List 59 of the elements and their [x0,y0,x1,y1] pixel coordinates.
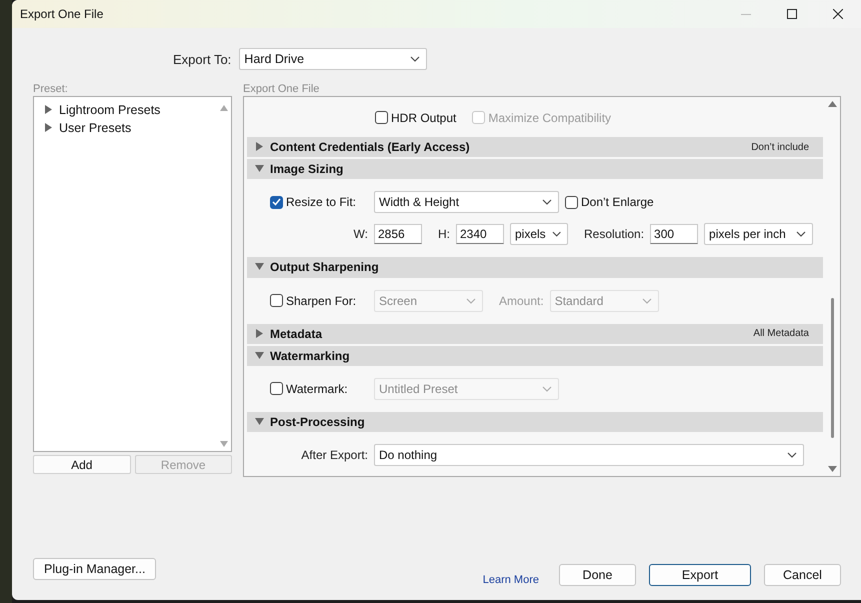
field-label: H: [438,227,450,242]
checkbox[interactable]: Sharpen For: [270,294,356,308]
disclosure-triangle-icon[interactable] [255,262,264,272]
maximize-icon[interactable] [787,9,797,19]
learn-more-link[interactable]: Learn More [482,574,539,586]
dropdown[interactable]: Width & Height [374,191,559,214]
checkbox[interactable]: Don’t Enlarge [565,195,654,210]
plugin-manager-button[interactable]: Plug-in Manager... [33,558,156,580]
number-field[interactable]: 300 [650,224,698,244]
chevron-down-icon [787,452,797,458]
disclosure-triangle-icon[interactable] [255,416,264,426]
section-header[interactable]: Content Credentials (Early Access) Don’t include [247,137,823,158]
chevron-down-icon [542,199,552,206]
section-header[interactable]: Watermarking [247,346,823,366]
number-field[interactable]: 2856 [374,224,422,244]
scroll-down-icon[interactable] [828,466,837,472]
dropdown[interactable]: Do nothing [374,444,804,466]
checkbox[interactable]: Resize to Fit: [270,195,356,210]
scroll-down-icon[interactable] [220,441,228,447]
chevron-down-icon [552,231,561,238]
field-label: W: [354,227,368,242]
checkbox[interactable]: HDR Output [375,110,456,125]
chevron-down-icon [410,56,420,62]
field-label: Amount: [499,294,544,308]
dropdown[interactable]: pixels per inch [704,223,814,246]
panel-label: Export One File [243,82,320,96]
chevron-down-icon [642,298,652,304]
disclosure-triangle-icon[interactable] [255,164,264,174]
dialog-button[interactable]: Cancel [764,564,841,586]
preset-label: Preset: [33,82,69,96]
field-label: Resolution: [584,227,644,242]
section-summary: All Metadata [753,328,809,340]
section-header[interactable]: Image Sizing [247,159,823,180]
section-header[interactable]: Metadata All Metadata [247,324,823,344]
checkbox[interactable]: Watermark: [270,382,348,396]
export-to-label: Export To: [173,52,232,66]
checkmark-icon [272,198,281,206]
preset-button[interactable]: Add [33,455,130,474]
disclosure-triangle-icon[interactable] [255,328,264,338]
scroll-up-icon[interactable] [828,101,837,107]
number-field[interactable]: 2340 [456,224,504,244]
dialog-button[interactable]: Done [559,564,636,586]
disclosure-triangle-icon[interactable] [255,142,264,152]
section-header[interactable]: Post-Processing [247,412,823,432]
close-icon[interactable] [833,9,843,19]
export-to-dropdown[interactable]: Hard Drive [239,48,428,70]
preset-folder[interactable]: User Presets [59,121,132,135]
chevron-down-icon [796,231,806,238]
dropdown[interactable]: pixels [510,223,568,246]
disclosure-triangle-icon[interactable] [255,350,264,360]
section-header[interactable]: Output Sharpening [247,257,823,278]
dialog-button[interactable]: Export [649,564,751,586]
chevron-down-icon [466,298,476,304]
window-title: Export One File [20,7,104,21]
preset-folder[interactable]: Lightroom Presets [59,103,160,117]
field-label: After Export: [301,448,368,462]
section-summary: Don’t include [751,142,809,153]
scroll-up-icon[interactable] [220,105,228,111]
chevron-down-icon [542,386,552,392]
